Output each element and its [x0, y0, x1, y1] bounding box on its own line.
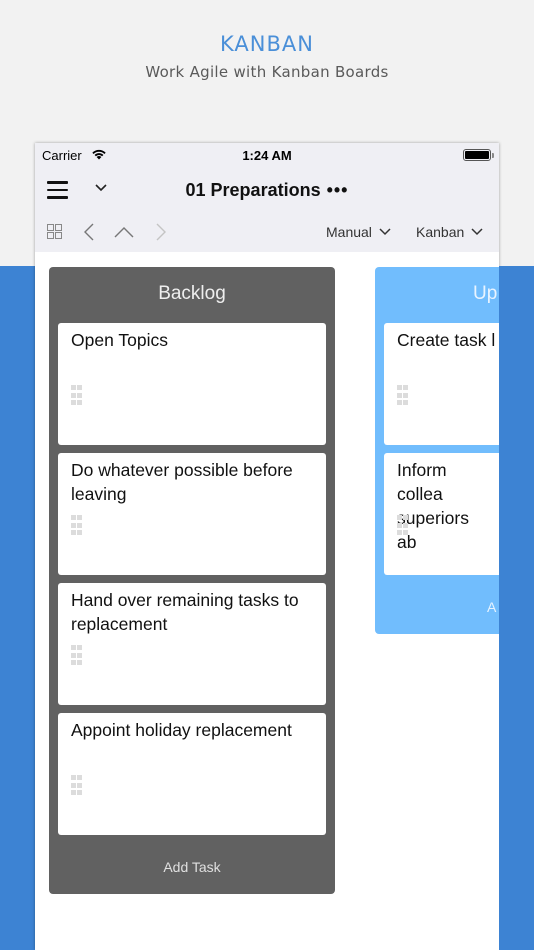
task-title: Open Topics: [71, 330, 168, 350]
drag-handle-icon[interactable]: [397, 385, 408, 407]
battery-icon: [463, 149, 494, 161]
drag-handle-icon[interactable]: [71, 385, 82, 407]
column-title[interactable]: Backlog: [49, 267, 335, 323]
navigation-bar: 01 Preparations •••: [35, 168, 499, 212]
chevron-right-icon[interactable]: [155, 223, 167, 241]
add-task-button[interactable]: Add Task: [49, 843, 335, 875]
column-backlog: Backlog Open Topics Do whatever possible…: [49, 267, 335, 894]
task-card[interactable]: Hand over remaining tasks to replacement: [58, 583, 326, 705]
column-title[interactable]: Up: [375, 267, 499, 323]
column-up-next: Up Create task l Inform collea superiors…: [375, 267, 499, 634]
toolbar: Manual Kanban: [35, 212, 499, 252]
drag-handle-icon[interactable]: [397, 515, 408, 537]
background-band-right: [499, 266, 534, 950]
sort-dropdown[interactable]: Manual: [326, 224, 391, 240]
board-title-text: 01 Preparations: [185, 180, 321, 200]
chevron-up-icon[interactable]: [114, 226, 134, 238]
more-options-icon[interactable]: •••: [327, 180, 349, 200]
chevron-down-icon: [471, 228, 483, 236]
chevron-left-icon[interactable]: [83, 223, 95, 241]
add-task-button[interactable]: A: [375, 583, 499, 615]
sort-dropdown-label: Manual: [326, 224, 372, 240]
promo-subtitle: Work Agile with Kanban Boards: [145, 63, 389, 81]
kanban-board: Backlog Open Topics Do whatever possible…: [35, 252, 499, 950]
chevron-down-icon: [379, 228, 391, 236]
view-dropdown[interactable]: Kanban: [416, 224, 483, 240]
view-dropdown-label: Kanban: [416, 224, 465, 240]
status-bar: Carrier 1:24 AM: [35, 143, 499, 168]
task-title: Create task l: [397, 330, 496, 350]
board-title[interactable]: 01 Preparations •••: [35, 180, 499, 201]
task-title: Inform collea superiors ab: [397, 460, 469, 552]
task-card[interactable]: Create task l: [384, 323, 499, 445]
task-card[interactable]: Do whatever possible before leaving: [58, 453, 326, 575]
drag-handle-icon[interactable]: [71, 515, 82, 537]
drag-handle-icon[interactable]: [71, 645, 82, 667]
task-title: Appoint holiday replacement: [71, 720, 292, 740]
phone-screen: Carrier 1:24 AM 01 Preparations ••• Manu…: [35, 143, 499, 950]
clock: 1:24 AM: [242, 148, 292, 163]
promo-title: KANBAN: [220, 32, 314, 56]
task-card[interactable]: Open Topics: [58, 323, 326, 445]
battery-fill: [465, 151, 489, 159]
task-card[interactable]: Appoint holiday replacement: [58, 713, 326, 835]
drag-handle-icon[interactable]: [71, 775, 82, 797]
task-title: Do whatever possible before leaving: [71, 460, 293, 504]
task-title: Hand over remaining tasks to replacement: [71, 590, 299, 634]
task-card[interactable]: Inform collea superiors ab: [384, 453, 499, 575]
grid-view-icon[interactable]: [47, 224, 62, 239]
